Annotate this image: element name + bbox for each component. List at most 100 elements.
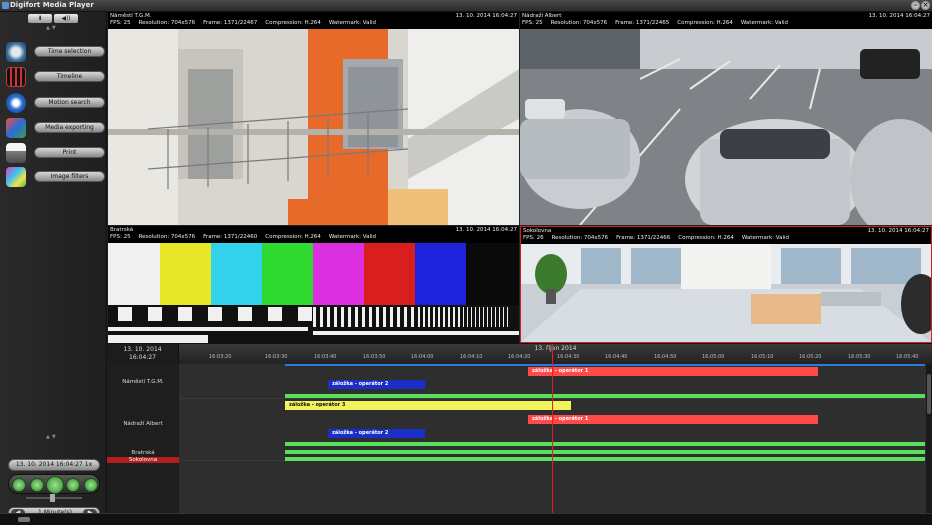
camera-image-interior-stairs (108, 29, 519, 225)
tick-label: 16:03:50 (363, 354, 386, 360)
pause-icon[interactable] (12, 478, 26, 492)
recording-bar (285, 364, 925, 366)
export-icon (6, 118, 26, 138)
tick-label: 16:05:20 (799, 354, 822, 360)
time-selection-button[interactable]: Time selection (34, 46, 105, 57)
menu-item-time-selection[interactable]: Time selection (6, 42, 105, 62)
tick-label: 16:03:20 (209, 354, 232, 360)
tick-label: 16:04:10 (460, 354, 483, 360)
image-filter-icon (6, 167, 26, 187)
scrollbar-thumb[interactable] (18, 517, 30, 522)
playhead-cursor[interactable] (552, 344, 553, 514)
timeline-scrollbar[interactable] (926, 364, 932, 513)
recording-bar (285, 450, 925, 454)
motion-search-button[interactable]: Motion search (34, 97, 105, 108)
bookmark-event[interactable]: záložka - operátor 1 (528, 415, 818, 424)
frame: Frame: 1371/22466 (616, 235, 671, 241)
camera-info: Náměstí T.G.M. 13. 10. 2014 16:04:27 FPS… (108, 12, 519, 29)
recording-bar (285, 394, 925, 398)
camera-info: Nádraží Albert 13. 10. 2014 16:04:27 FPS… (520, 12, 932, 29)
fps: FPS: 25 (110, 20, 131, 26)
watermark: Watermark: Valid (328, 234, 377, 240)
playback-bar (8, 474, 100, 494)
play-icon[interactable] (46, 476, 64, 494)
tick-label: 16:05:00 (702, 354, 725, 360)
track-name[interactable]: Bratrská (107, 450, 179, 456)
stop-icon[interactable] (84, 478, 98, 492)
tick-label: 16:05:40 (896, 354, 919, 360)
resolution: Resolution: 704x576 (551, 235, 609, 241)
track-name[interactable]: Náměstí T.G.M. (107, 379, 179, 385)
bookmark-event[interactable]: záložka - operátor 2 (328, 380, 425, 389)
camera-timestamp: 13. 10. 2014 16:04:27 (868, 13, 930, 19)
track-name-selected[interactable]: Sokolovna (107, 457, 179, 463)
camera-timestamp: 13. 10. 2014 16:04:27 (455, 13, 517, 19)
title-bar: Digifort Media Player – × (0, 0, 932, 12)
frame: Frame: 1371/22467 (203, 20, 258, 26)
compression: Compression: H.264 (678, 235, 734, 241)
compression: Compression: H.264 (265, 20, 321, 26)
watermark: Watermark: Valid (740, 20, 789, 26)
tick-label: 16:03:30 (265, 354, 288, 360)
slider-knob[interactable] (50, 494, 55, 502)
close-icon[interactable]: × (921, 1, 930, 10)
menu-item-print[interactable]: Print (6, 143, 105, 163)
watermark: Watermark: Valid (328, 20, 377, 26)
camera-image-test-pattern (108, 243, 519, 343)
compression: Compression: H.264 (265, 234, 321, 240)
tick-label: 16:04:00 (411, 354, 434, 360)
timeline-panel[interactable]: 13. 10. 2014 16:04:27 13. říjen 2014 16:… (107, 343, 932, 514)
camera-info: Sokolovna 13. 10. 2014 16:04:27 FPS: 26 R… (521, 227, 931, 244)
scroll-arrows-icon[interactable]: ▲▼ (46, 434, 58, 440)
step-forward-icon[interactable] (66, 478, 80, 492)
camera-info: Bratrská 13. 10. 2014 16:04:27 FPS: 25 Re… (108, 226, 519, 243)
tick-label: 16:05:30 (848, 354, 871, 360)
current-time-display: 13. 10. 2014 16:04:27 1x (8, 459, 100, 471)
bookmark-event[interactable]: záložka - operátor 2 (328, 429, 425, 438)
menu-item-image-filters[interactable]: Image filters (6, 167, 105, 187)
speed-slider[interactable] (26, 494, 82, 502)
menu-item-timeline[interactable]: Timeline (6, 67, 105, 87)
camera-view-1[interactable]: Náměstí T.G.M. 13. 10. 2014 16:04:27 FPS… (108, 12, 519, 225)
print-button[interactable]: Print (34, 147, 105, 158)
bookmark-event[interactable]: záložka - operátor 1 (528, 367, 818, 376)
fps: FPS: 25 (522, 20, 543, 26)
compression: Compression: H.264 (677, 20, 733, 26)
frame: Frame: 1371/22460 (203, 234, 258, 240)
image-filters-button[interactable]: Image filters (34, 171, 105, 182)
timeline-ruler[interactable]: 13. říjen 2014 16:03:20 16:03:30 16:03:4… (179, 344, 932, 364)
tick-label: 16:04:50 (654, 354, 677, 360)
printer-icon (6, 143, 26, 163)
timeline-date: 13. 10. 2014 (123, 346, 162, 353)
camera-view-2[interactable]: Nádraží Albert 13. 10. 2014 16:04:27 FPS… (520, 12, 932, 225)
timeline-header-date: 13. říjen 2014 (534, 345, 577, 352)
media-player-window: Digifort Media Player – × ⬇ ◀)) ▲▼ Time … (0, 0, 932, 525)
download-button[interactable]: ⬇ (28, 14, 52, 23)
camera-view-4[interactable]: Sokolovna 13. 10. 2014 16:04:27 FPS: 26 R… (520, 226, 932, 343)
scroll-arrows-icon[interactable]: ▲▼ (46, 25, 58, 31)
resolution: Resolution: 704x576 (138, 20, 196, 26)
tick-label: 16:03:40 (314, 354, 337, 360)
menu-item-motion-search[interactable]: Motion search (6, 93, 105, 113)
camera-view-3[interactable]: Bratrská 13. 10. 2014 16:04:27 FPS: 25 Re… (108, 226, 519, 343)
timeline-button[interactable]: Timeline (34, 71, 105, 82)
audio-button[interactable]: ◀)) (54, 14, 78, 23)
bookmark-event[interactable]: záložka - operátor 3 (285, 401, 571, 410)
camera-timestamp: 13. 10. 2014 16:04:27 (455, 227, 517, 233)
timeline-tracks[interactable]: záložka - operátor 1 záložka - operátor … (179, 344, 926, 514)
clock-icon (6, 42, 26, 62)
scrollbar-thumb[interactable] (927, 374, 931, 414)
frame: Frame: 1371/22465 (615, 20, 670, 26)
horizontal-scrollbar[interactable] (0, 513, 932, 525)
minimize-icon[interactable]: – (911, 1, 920, 10)
resolution: Resolution: 704x576 (550, 20, 608, 26)
track-name[interactable]: Nádraží Albert (107, 421, 179, 427)
menu-item-media-exporting[interactable]: Media exporting (6, 118, 105, 138)
tick-label: 16:05:10 (751, 354, 774, 360)
film-icon (6, 67, 26, 87)
camera-image-lobby (521, 244, 931, 342)
step-back-icon[interactable] (30, 478, 44, 492)
media-exporting-button[interactable]: Media exporting (34, 122, 105, 133)
timeline-date-box: 13. 10. 2014 16:04:27 (107, 344, 179, 364)
fps: FPS: 26 (523, 235, 544, 241)
